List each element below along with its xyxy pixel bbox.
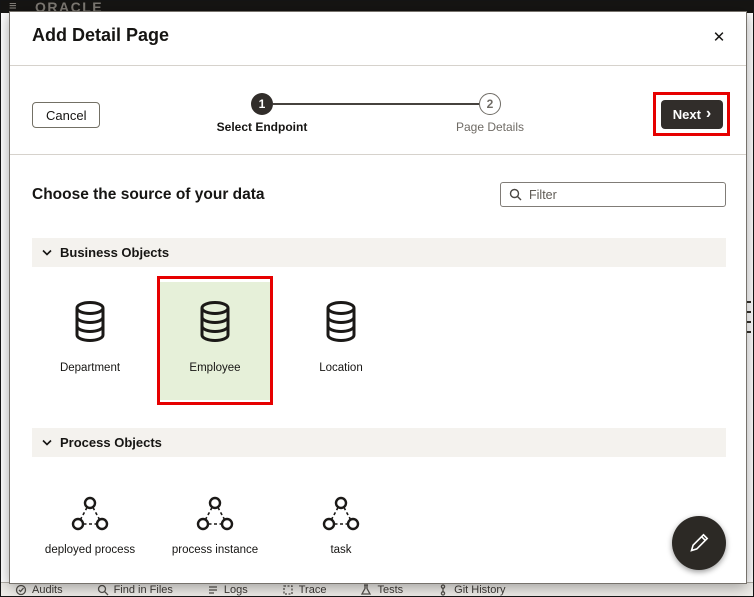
tile-label: task (286, 544, 396, 556)
filter-field (500, 182, 726, 207)
section-title: Business Objects (60, 245, 169, 260)
footer-tab-logs[interactable]: Logs (207, 584, 248, 596)
tile-label: process instance (160, 544, 270, 556)
chevron-down-icon (42, 249, 52, 256)
database-icon (286, 300, 396, 344)
footer-tab-label: Git History (454, 584, 505, 596)
footer-tab-label: Trace (299, 584, 327, 596)
step-2-label: Page Details (420, 120, 560, 134)
filter-input[interactable] (529, 188, 717, 202)
tile-process-instance[interactable]: process instance (160, 478, 270, 578)
process-icon (286, 494, 396, 534)
logs-icon (207, 584, 219, 596)
cancel-button[interactable]: Cancel (32, 102, 100, 128)
next-button-label: Next (673, 107, 701, 122)
section-business-objects[interactable]: Business Objects (32, 238, 726, 267)
tile-task[interactable]: task (286, 478, 396, 578)
step-1-label: Select Endpoint (192, 120, 332, 134)
tile-label: Department (35, 362, 145, 374)
footer-tab-label: Find in Files (114, 584, 173, 596)
source-heading: Choose the source of your data (32, 186, 265, 204)
step-2-indicator[interactable]: 2 (479, 93, 501, 115)
audits-icon (15, 584, 27, 596)
tile-label: deployed process (35, 544, 145, 556)
database-icon (160, 300, 270, 344)
add-detail-page-dialog: Add Detail Page ✕ Cancel 1 2 Select Endp… (9, 11, 747, 584)
database-icon (35, 300, 145, 344)
tests-icon (360, 584, 372, 596)
tile-employee[interactable]: Employee (160, 282, 270, 400)
footer-tab-trace[interactable]: Trace (282, 584, 327, 596)
tile-label: Employee (160, 362, 270, 374)
footer-tab-tests[interactable]: Tests (360, 584, 403, 596)
header-divider (10, 65, 746, 66)
footer-tab-git-history[interactable]: Git History (437, 584, 505, 596)
tile-deployed-process[interactable]: deployed process (35, 478, 145, 578)
step-1-indicator[interactable]: 1 (251, 93, 273, 115)
trace-icon (282, 584, 294, 596)
chevron-down-icon (42, 439, 52, 446)
footer-tab-audits[interactable]: Audits (15, 584, 63, 596)
process-icon (35, 494, 145, 534)
footer-tab-find-in-files[interactable]: Find in Files (97, 584, 173, 596)
tile-location[interactable]: Location (286, 282, 396, 400)
dialog-title: Add Detail Page (32, 25, 169, 46)
next-button[interactable]: Next › (661, 100, 723, 129)
edit-fab-button[interactable] (672, 516, 726, 570)
process-icon (160, 494, 270, 534)
chevron-right-icon: › (706, 106, 711, 122)
close-icon[interactable]: ✕ (706, 24, 732, 50)
pencil-icon (687, 531, 711, 555)
footer-tab-label: Logs (224, 584, 248, 596)
screen: ≡ ORACLE Audits Find in Files Logs Trace… (0, 0, 754, 597)
find-in-files-icon (97, 584, 109, 596)
stepper-divider (10, 154, 746, 155)
git-history-icon (437, 584, 449, 596)
tile-department[interactable]: Department (35, 282, 145, 400)
stepper-connector (273, 103, 479, 105)
section-process-objects[interactable]: Process Objects (32, 428, 726, 457)
search-icon (509, 188, 522, 201)
footer-tab-label: Audits (32, 584, 63, 596)
tile-label: Location (286, 362, 396, 374)
footer-tab-bar: Audits Find in Files Logs Trace Tests Gi… (1, 582, 753, 596)
section-title: Process Objects (60, 435, 162, 450)
footer-tab-label: Tests (377, 584, 403, 596)
